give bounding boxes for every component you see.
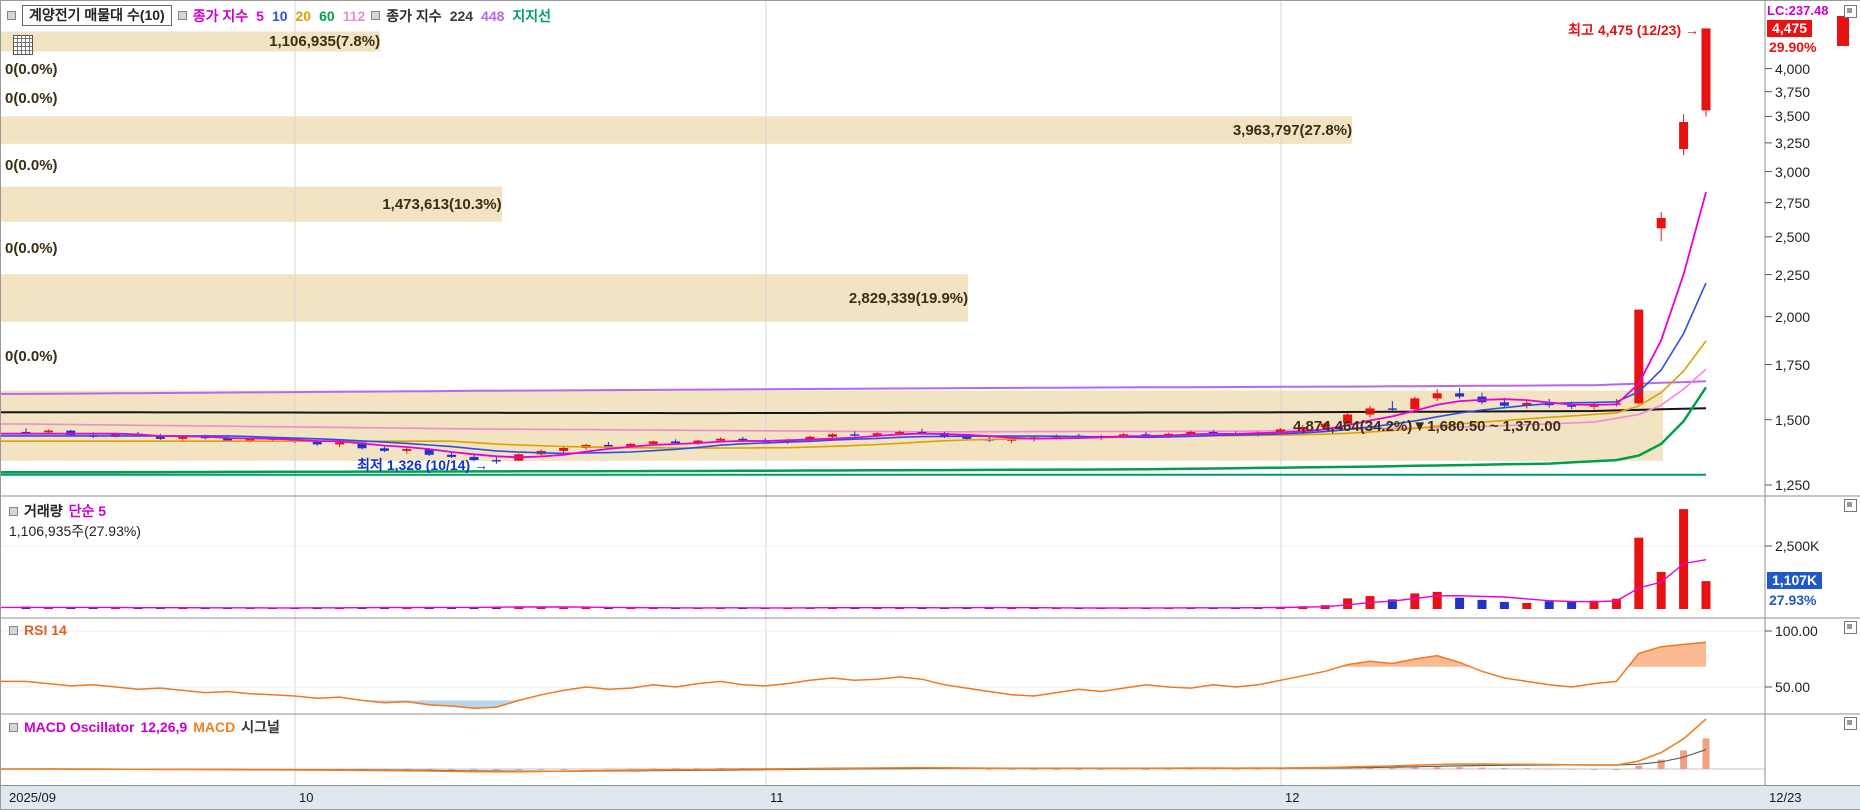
main-chart-header: 계양전기 매물대 수(10) 종가 지수 5 10 20 60 112 종가 지… — [7, 5, 551, 26]
x-axis-label: 12 — [1285, 790, 1300, 805]
macd-oscillator-label: MACD Oscillator — [24, 719, 135, 735]
rsi-label: RSI 14 — [24, 622, 67, 638]
volume-profile-bar — [1, 31, 380, 52]
current-price-box: 4,475 — [1767, 20, 1813, 37]
legend-bullet — [9, 625, 18, 635]
macd-params: 12,26,9 — [140, 719, 188, 735]
macd-signal-label: 시그널 — [241, 719, 280, 735]
x-axis-label: 2025/09 — [9, 790, 56, 805]
volume-profile-bar — [1, 274, 968, 322]
ma-period-60: 60 — [319, 7, 335, 24]
macd-panel-header: MACD Oscillator 12,26,9 MACD 시그널 — [9, 717, 280, 737]
volume-today-label: 1,106,935주(27.93%) — [9, 523, 141, 539]
volume-change-percent: 27.93% — [1769, 592, 1817, 608]
ma-period-5: 5 — [256, 7, 264, 24]
volume-ma-label: 단순 5 — [68, 503, 107, 519]
x-axis-label: 11 — [770, 790, 784, 805]
legend-bullet — [7, 11, 16, 20]
x-axis-label: 10 — [299, 790, 314, 805]
x-axis-bar: 2025/09 10 11 12 12/23 — [1, 785, 1860, 809]
high-annotation: 최고 4,475 (12/23) → — [1568, 22, 1699, 38]
stock-title-box[interactable]: 계양전기 매물대 수(10) — [22, 5, 172, 26]
panel-icon[interactable] — [1844, 5, 1857, 18]
panel-icon[interactable] — [1844, 717, 1857, 730]
ma-period-448: 448 — [481, 7, 505, 24]
volume-label: 거래량 — [24, 503, 63, 519]
stock-chart-window: 4,000 3,750 3,500 3,250 3,000 2,750 2,500 2,250… — [0, 0, 1860, 810]
chart-canvas[interactable] — [1, 1, 1860, 809]
rsi-50-label: 50.00 — [1775, 679, 1811, 695]
ma-period-20: 20 — [295, 7, 312, 24]
legend-label: 종가 지수 — [386, 7, 442, 24]
panel-icon[interactable] — [1844, 499, 1857, 512]
ma-legend-2: 종가 지수 224 448 지지선 — [386, 6, 551, 26]
volume-grid-label: 2,500K — [1775, 538, 1820, 554]
volume-profile-settings-icon[interactable] — [13, 35, 33, 55]
legend-bullet — [177, 11, 187, 20]
ma-period-224: 224 — [449, 7, 474, 24]
rsi-panel-header: RSI 14 — [9, 622, 67, 638]
lc-indicator: LC:237.48 — [1767, 3, 1829, 18]
volume-profile-bar — [1, 116, 1352, 144]
legend-bullet — [9, 722, 18, 732]
volume-panel-header: 거래량 단순 5 — [9, 501, 106, 521]
support-line-label: 지지선 — [512, 7, 552, 24]
current-volume-box: 1,107K — [1767, 572, 1823, 589]
legend-label: 종가 지수 — [192, 7, 249, 24]
macd-label: MACD — [193, 719, 236, 735]
volume-profile-bar — [1, 186, 502, 222]
legend-bullet — [9, 506, 18, 516]
ma-period-112: 112 — [342, 7, 366, 24]
price-change-percent: 29.90% — [1769, 39, 1817, 55]
rsi-100-label: 100.00 — [1775, 623, 1818, 639]
low-annotation: 최저 1,326 (10/14) → — [357, 457, 488, 473]
ma-period-10: 10 — [271, 7, 288, 24]
panel-icon[interactable] — [1844, 621, 1857, 634]
x-axis-label: 12/23 — [1769, 790, 1802, 805]
legend-bullet — [371, 11, 381, 20]
ma-legend-1: 종가 지수 5 10 20 60 112 — [193, 6, 366, 26]
